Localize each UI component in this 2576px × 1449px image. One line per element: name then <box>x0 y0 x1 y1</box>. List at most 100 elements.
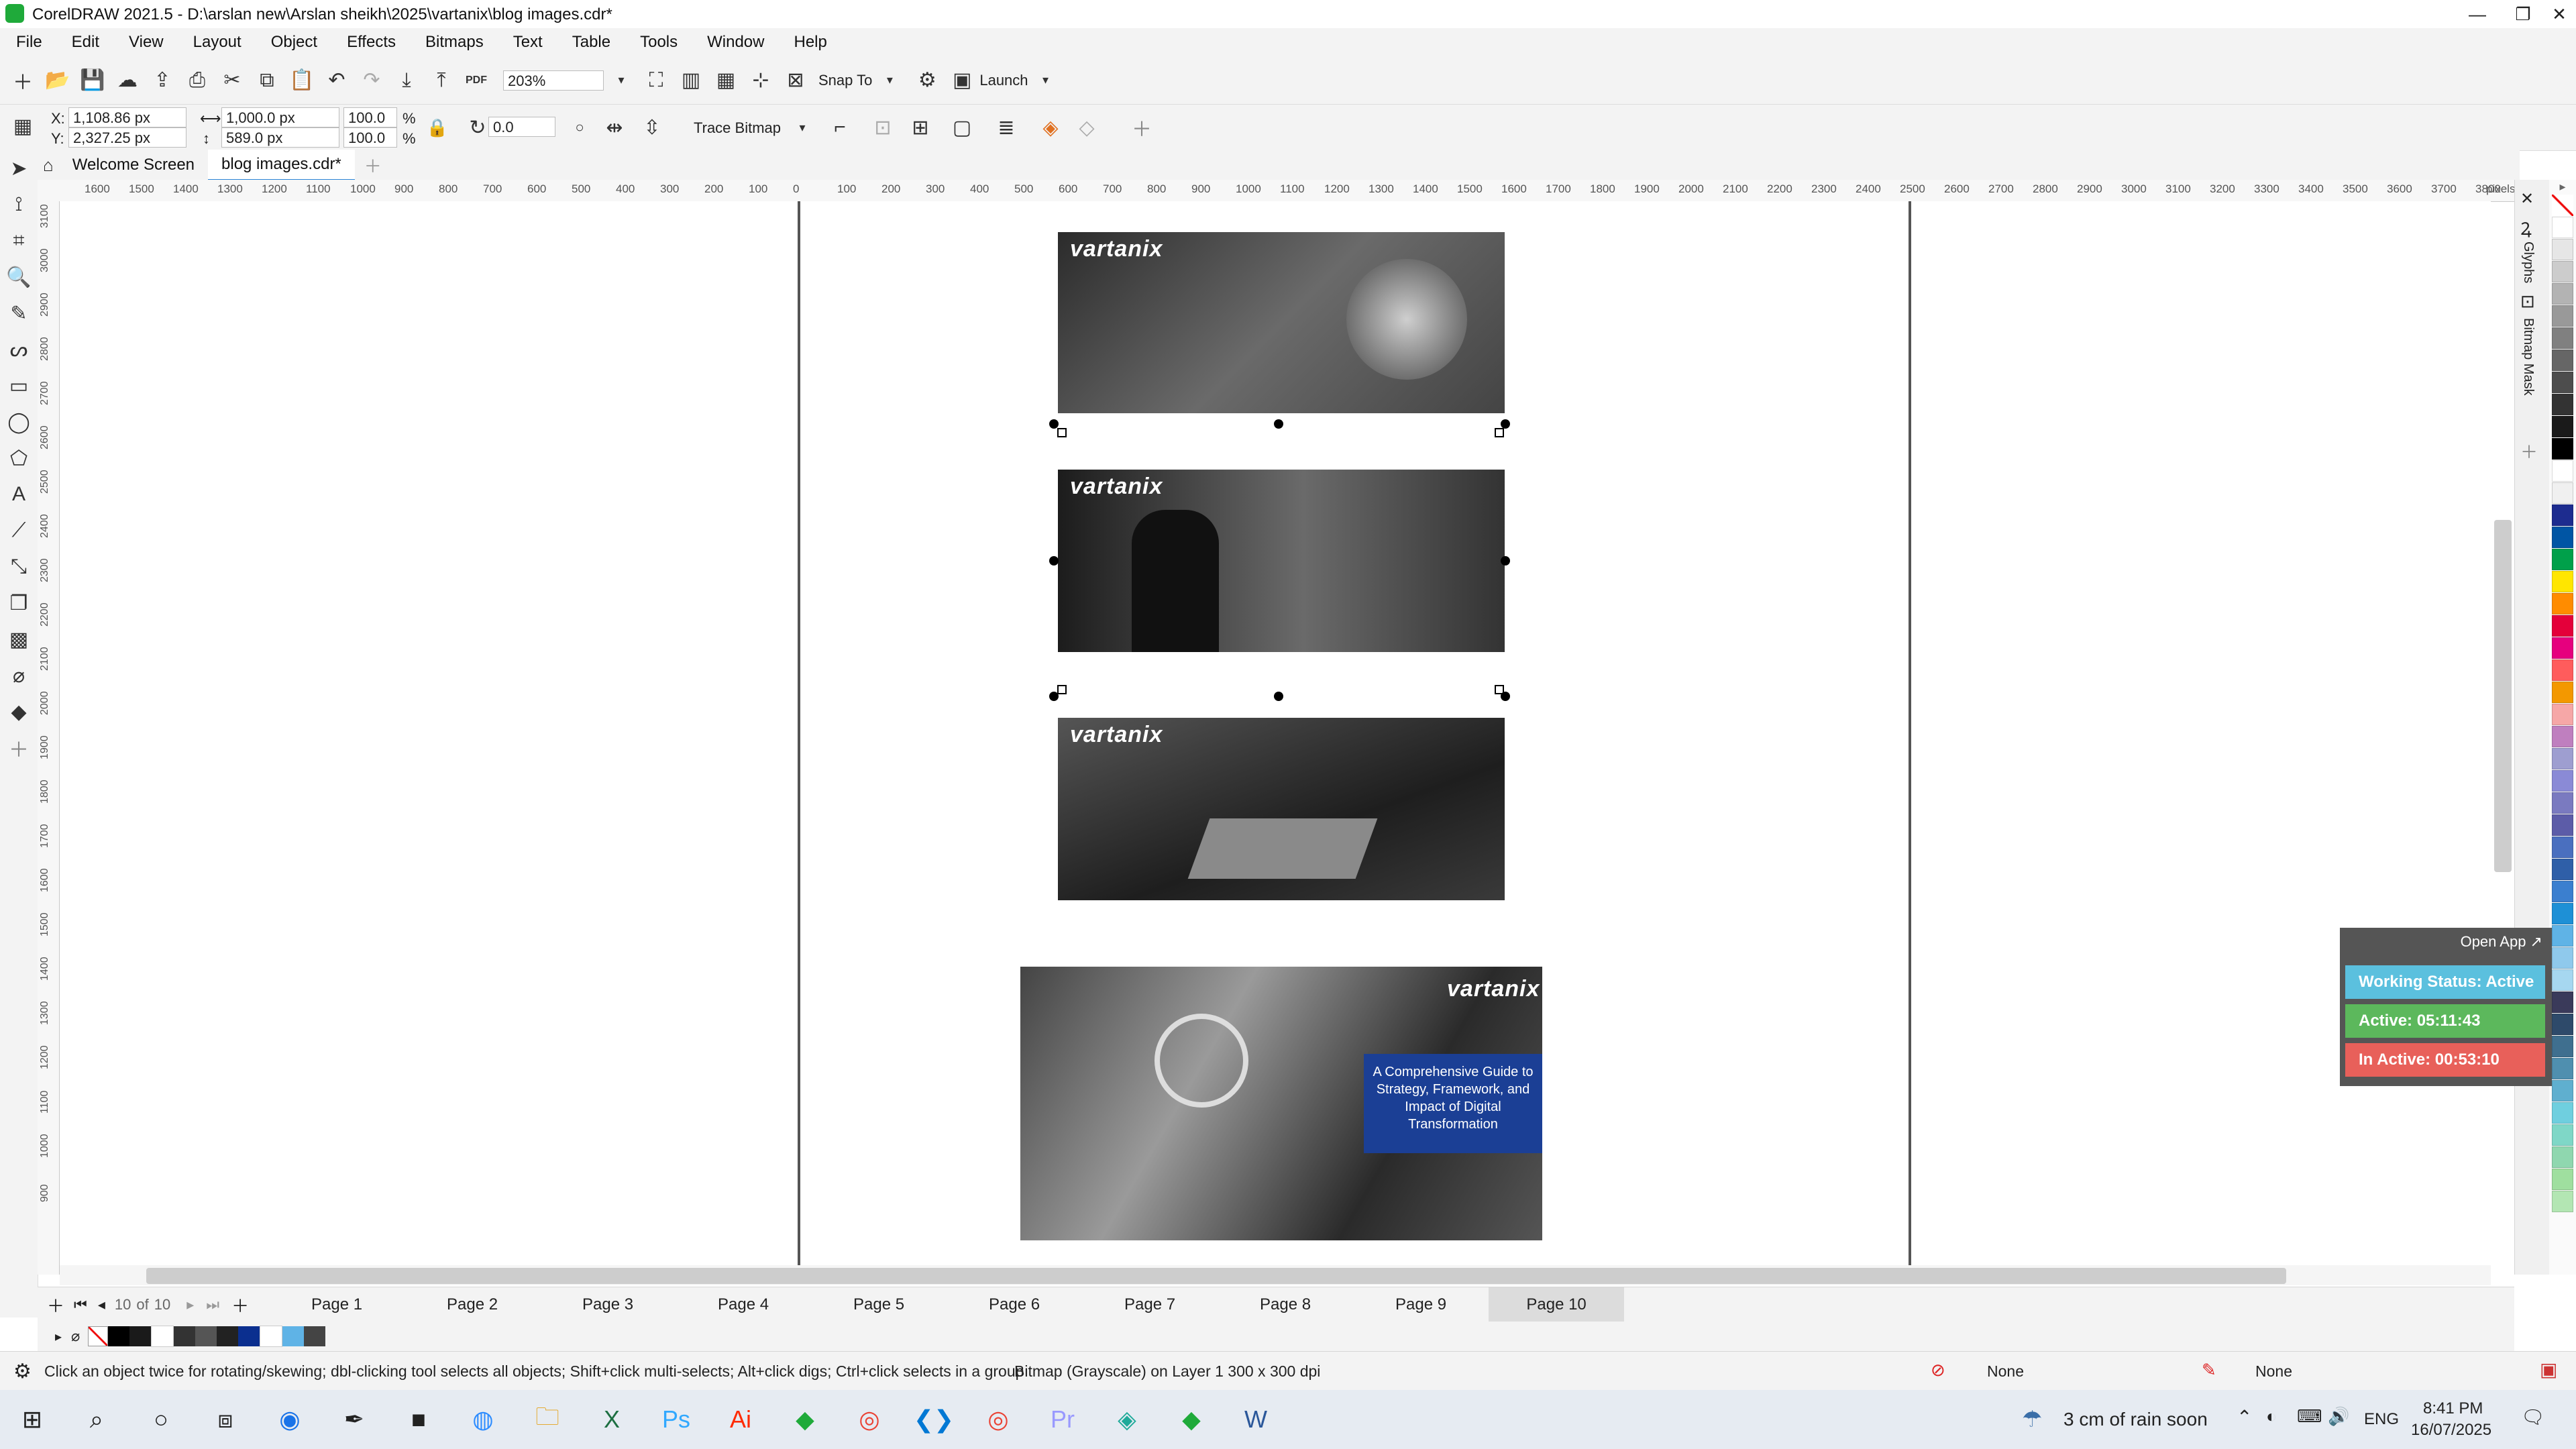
prev-page-icon[interactable]: ◂ <box>98 1296 105 1313</box>
launch-label[interactable]: Launch <box>979 72 1028 89</box>
crop-bitmap-icon[interactable]: ⌐ <box>826 114 853 141</box>
doc-swatch-light-blue[interactable] <box>282 1326 305 1346</box>
scale-width-field[interactable]: 100.0 <box>343 107 397 127</box>
palette-swatch[interactable] <box>2552 1102 2573 1124</box>
task-view-icon[interactable]: ⧈ <box>193 1390 258 1449</box>
import-icon[interactable]: ⤓ <box>393 67 420 94</box>
cloud-upload-icon[interactable]: ⇪ <box>149 67 176 94</box>
weather-icon[interactable]: ☂ <box>2022 1406 2042 1433</box>
launch-icon[interactable]: ▣ <box>949 67 975 94</box>
palette-swatch[interactable] <box>2552 1014 2573 1035</box>
first-page-icon[interactable]: ⏮ <box>74 1296 87 1313</box>
blog-image-4[interactable]: vartanix A Comprehensive Guide to Strate… <box>1020 967 1542 1240</box>
page-tab-1[interactable]: Page 1 <box>269 1287 405 1322</box>
edit-bitmap-icon[interactable]: ⊡ <box>869 114 896 141</box>
menu-tools[interactable]: Tools <box>640 33 678 52</box>
doc-swatch-charcoal[interactable] <box>217 1326 239 1346</box>
weather-text[interactable]: 3 cm of rain soon <box>2063 1409 2208 1430</box>
menu-table[interactable]: Table <box>572 33 610 52</box>
palette-swatch[interactable] <box>2552 416 2573 437</box>
cloud-icon[interactable]: ☁ <box>114 67 141 94</box>
menu-edit[interactable]: Edit <box>72 33 99 52</box>
no-color-swatch[interactable] <box>2552 195 2573 216</box>
doc-swatch-gray-dark[interactable] <box>174 1326 196 1346</box>
coreldraw-active-icon[interactable]: ◆ <box>1159 1390 1224 1449</box>
coreldraw-taskbar-icon[interactable]: ◆ <box>773 1390 837 1449</box>
cut-icon[interactable]: ✂ <box>219 67 246 94</box>
page-tab-6[interactable]: Page 6 <box>947 1287 1082 1322</box>
doc-swatch-black[interactable] <box>108 1326 130 1346</box>
doc-palette-eyedropper-icon[interactable]: ⌀ <box>71 1328 80 1345</box>
zoom-dropdown-icon[interactable]: ▾ <box>608 67 635 94</box>
doc-swatch-gray-2[interactable] <box>304 1326 326 1346</box>
menu-view[interactable]: View <box>129 33 164 52</box>
palette-swatch[interactable] <box>2552 549 2573 570</box>
lock-ratio-icon[interactable]: 🔒 <box>424 114 451 141</box>
show-grid-icon[interactable]: ▦ <box>712 67 739 94</box>
palette-swatch[interactable] <box>2552 372 2573 393</box>
palette-swatch[interactable] <box>2552 881 2573 902</box>
doc-palette-expand-icon[interactable]: ▸ <box>55 1328 62 1345</box>
last-page-icon[interactable]: ⏭ <box>206 1296 219 1313</box>
menu-layout[interactable]: Layout <box>193 33 241 52</box>
launch-dropdown-icon[interactable]: ▾ <box>1032 67 1059 94</box>
palette-swatch[interactable] <box>2552 261 2573 282</box>
artistic-media-icon[interactable]: ᔕ <box>0 331 38 368</box>
palette-swatch[interactable] <box>2552 859 2573 880</box>
palette-swatch[interactable] <box>2552 814 2573 836</box>
palette-swatch[interactable] <box>2552 1058 2573 1079</box>
palette-swatch[interactable] <box>2552 615 2573 637</box>
new-tab-icon[interactable]: ＋ <box>364 153 382 178</box>
eyedropper-tool-icon[interactable]: ⌀ <box>0 657 38 694</box>
palette-swatch[interactable] <box>2552 460 2573 482</box>
palette-swatch[interactable] <box>2552 792 2573 814</box>
bitmap-mask-icon[interactable]: ⊡ <box>2520 291 2535 312</box>
doc-swatch-white[interactable] <box>151 1326 174 1347</box>
open-app-link[interactable]: Open App ↗ <box>2461 933 2542 951</box>
palette-swatch[interactable] <box>2552 1169 2573 1190</box>
palette-swatch[interactable] <box>2552 837 2573 858</box>
trace-dropdown-icon[interactable]: ▾ <box>789 114 816 141</box>
copy-icon[interactable]: ⧉ <box>254 67 280 94</box>
horizontal-scrollbar-thumb[interactable] <box>146 1268 2286 1284</box>
tray-chevron-icon[interactable]: ⌃ <box>2237 1406 2252 1428</box>
connector-tool-icon[interactable]: ⤡ <box>0 549 38 585</box>
selection-handle[interactable] <box>1501 419 1510 429</box>
palette-swatch[interactable] <box>2552 305 2573 327</box>
palette-swatch[interactable] <box>2552 682 2573 703</box>
file-explorer-icon[interactable]: 🗀 <box>515 1390 580 1449</box>
menu-file[interactable]: File <box>16 33 42 52</box>
palette-swatch[interactable] <box>2552 482 2573 504</box>
zoom-tool-icon[interactable]: 🔍 <box>0 259 38 295</box>
freehand-tool-icon[interactable]: ✎ <box>0 295 38 331</box>
color-settings-icon[interactable]: ▣ <box>2540 1358 2557 1381</box>
snap-to-label[interactable]: Snap To <box>818 72 872 89</box>
palette-swatch[interactable] <box>2552 637 2573 659</box>
blog-image-2[interactable]: vartanix <box>1058 470 1505 652</box>
status-settings-gear-icon[interactable]: ⚙ <box>13 1360 32 1383</box>
word-icon[interactable]: W <box>1224 1390 1288 1449</box>
terminal-icon[interactable]: ■ <box>386 1390 451 1449</box>
palette-swatch[interactable] <box>2552 925 2573 947</box>
chrome-icon[interactable]: ◎ <box>837 1390 902 1449</box>
next-page-icon[interactable]: ▸ <box>186 1296 194 1313</box>
palette-swatch[interactable] <box>2552 1146 2573 1168</box>
paste-icon[interactable]: 📋 <box>288 67 315 94</box>
palette-swatch[interactable] <box>2552 659 2573 681</box>
minimize-button[interactable]: — <box>2451 0 2504 28</box>
show-guidelines-icon[interactable]: ⊹ <box>747 67 774 94</box>
palette-swatch[interactable] <box>2552 217 2573 238</box>
zoom-app-icon[interactable]: ◍ <box>451 1390 515 1449</box>
drawing-canvas[interactable]: vartanix vartanix vartanix vartanix A Co… <box>60 201 2491 1265</box>
tab-blog-images[interactable]: blog images.cdr* <box>208 149 355 181</box>
height-field[interactable]: 589.0 px <box>221 127 339 148</box>
transparency-tool-icon[interactable]: ▩ <box>0 621 38 657</box>
palette-swatch[interactable] <box>2552 1124 2573 1146</box>
add-page-after-icon[interactable]: ＋ <box>231 1293 249 1318</box>
bitmap-border-icon[interactable]: ▢ <box>949 114 975 141</box>
doc-swatch-white-2[interactable] <box>260 1326 283 1347</box>
vscode-icon[interactable]: ❮❯ <box>902 1390 966 1449</box>
palette-swatch[interactable] <box>2552 394 2573 415</box>
tab-bitmap-mask[interactable]: Bitmap Mask <box>2520 318 2536 396</box>
add-page-before-icon[interactable]: ＋ <box>47 1293 64 1318</box>
